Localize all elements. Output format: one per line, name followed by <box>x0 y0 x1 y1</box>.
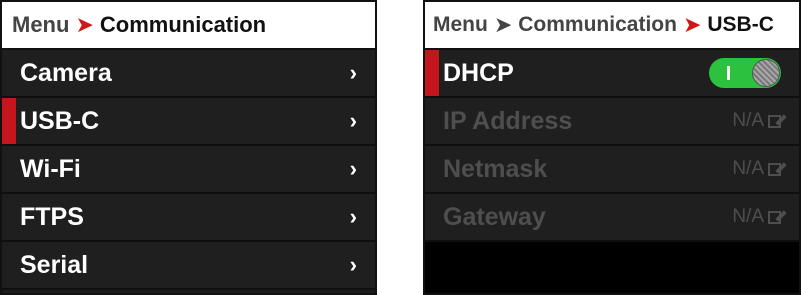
edit-icon <box>768 162 781 176</box>
menu-item-label: Camera <box>20 58 112 87</box>
setting-dhcp[interactable]: DHCP <box>425 50 799 98</box>
breadcrumb: Menu ➤ Communication ➤ USB-C <box>425 2 799 50</box>
setting-label: Gateway <box>443 202 546 231</box>
breadcrumb-communication[interactable]: Communication <box>518 13 677 37</box>
breadcrumb-separator-icon: ➤ <box>493 12 513 37</box>
breadcrumb: Menu ➤ Communication <box>2 2 375 50</box>
setting-label: Netmask <box>443 154 548 183</box>
menu-item-serial[interactable]: Serial › <box>2 242 375 290</box>
setting-ip-address: IP Address N/A <box>425 98 799 146</box>
menu-item-wi-fi[interactable]: Wi-Fi › <box>2 146 375 194</box>
empty-area <box>425 242 799 293</box>
menu-item-usb-c[interactable]: USB-C › <box>2 98 375 146</box>
communication-menu-panel: Menu ➤ Communication Camera › USB-C › Wi… <box>0 0 377 295</box>
chevron-right-icon: › <box>349 156 357 181</box>
selection-marker <box>425 50 439 96</box>
breadcrumb-menu[interactable]: Menu <box>12 12 69 38</box>
setting-value: N/A <box>732 110 781 132</box>
setting-value-text: N/A <box>732 110 764 131</box>
setting-label: DHCP <box>443 58 514 87</box>
menu-item-label: FTPS <box>20 202 84 231</box>
setting-netmask: Netmask N/A <box>425 146 799 194</box>
breadcrumb-current: USB-C <box>707 13 774 36</box>
edit-icon <box>768 114 781 128</box>
chevron-right-icon: › <box>349 252 357 277</box>
usb-c-settings-panel: Menu ➤ Communication ➤ USB-C DHCP IP Add… <box>423 0 801 295</box>
breadcrumb-separator-icon: ➤ <box>682 12 702 37</box>
setting-label: IP Address <box>443 106 573 135</box>
breadcrumb-current: Communication <box>99 12 267 37</box>
setting-value-text: N/A <box>732 206 764 227</box>
breadcrumb-menu[interactable]: Menu <box>433 13 488 37</box>
setting-value-text: N/A <box>732 158 764 179</box>
menu-item-label: USB-C <box>20 106 100 135</box>
setting-value: N/A <box>732 158 781 180</box>
setting-gateway: Gateway N/A <box>425 194 799 242</box>
chevron-right-icon: › <box>349 60 357 85</box>
chevron-right-icon: › <box>349 108 357 133</box>
toggle-on-indicator <box>727 66 730 80</box>
chevron-right-icon: › <box>349 204 357 229</box>
selection-marker <box>2 98 16 144</box>
menu-item-label: Wi-Fi <box>20 154 81 183</box>
menu-item-ftps[interactable]: FTPS › <box>2 194 375 242</box>
menu-item-camera[interactable]: Camera › <box>2 50 375 98</box>
menu-item-label: Serial <box>20 250 89 279</box>
breadcrumb-separator-icon: ➤ <box>75 12 94 37</box>
dhcp-toggle[interactable] <box>709 58 781 88</box>
toggle-knob <box>752 59 780 87</box>
edit-icon <box>768 210 781 224</box>
setting-value: N/A <box>732 206 781 228</box>
